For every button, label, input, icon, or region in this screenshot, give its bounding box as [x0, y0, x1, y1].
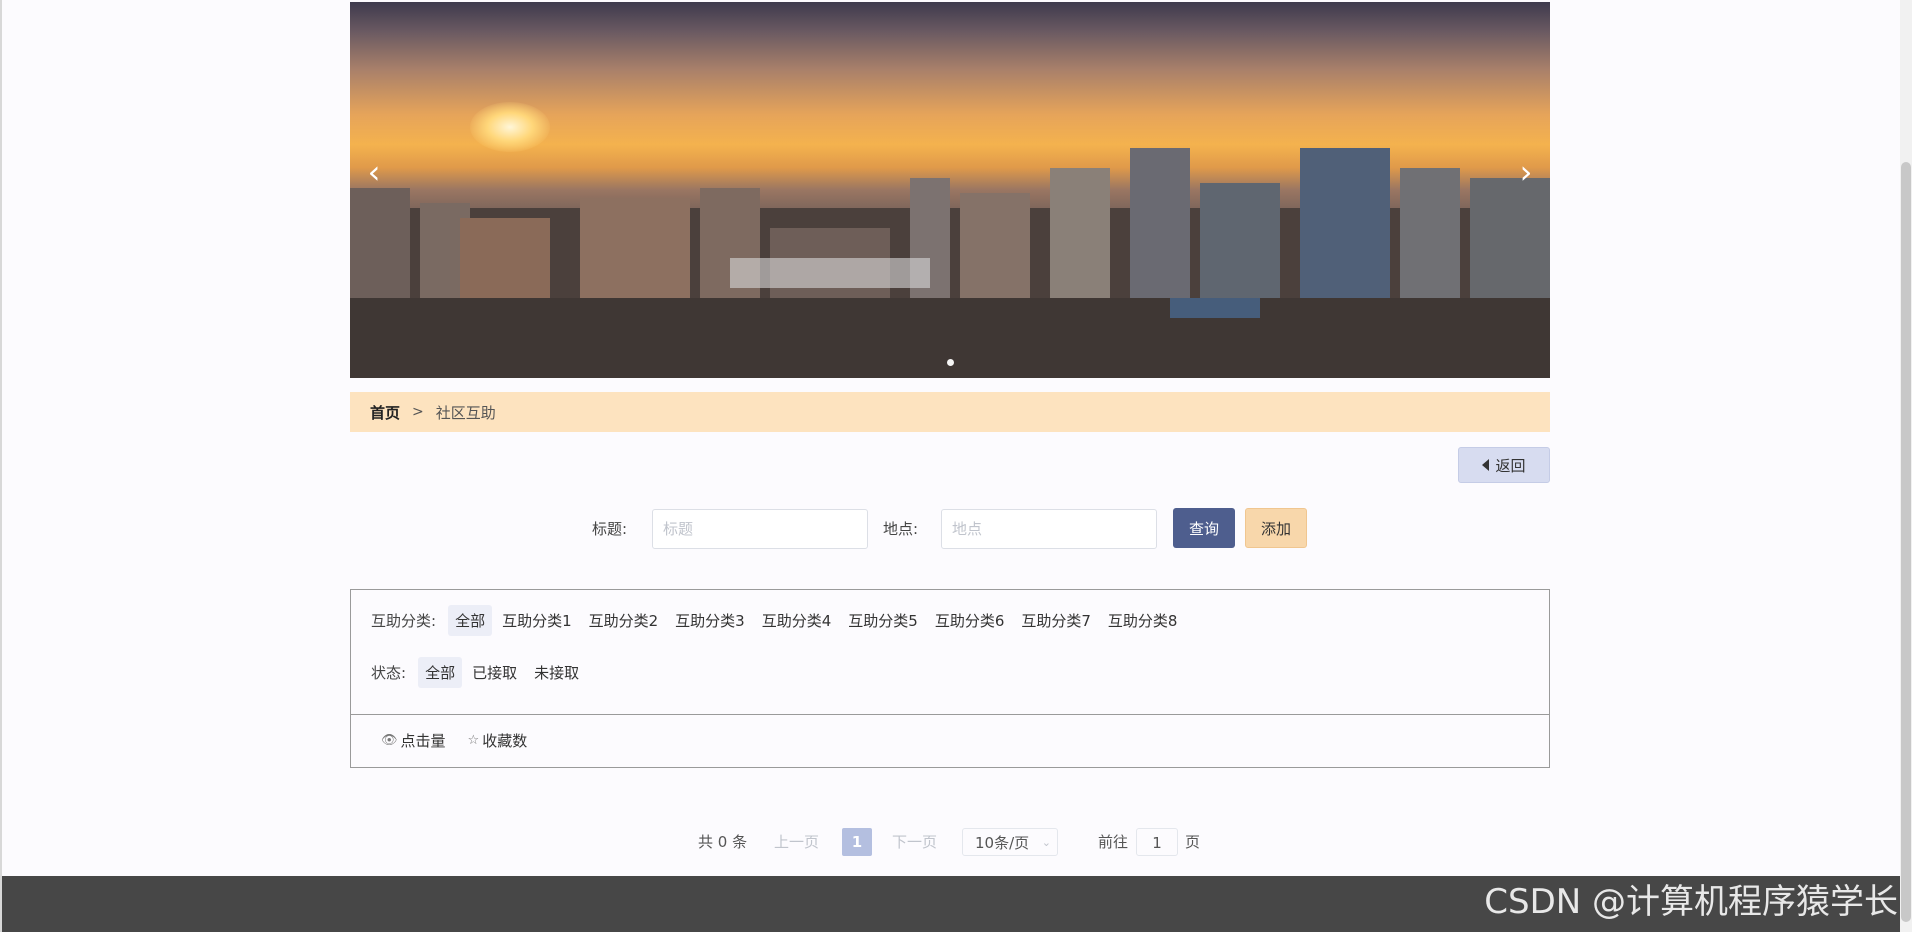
- pagination-current-page[interactable]: 1: [842, 828, 872, 856]
- status-option-untaken[interactable]: 未接取: [527, 657, 586, 688]
- category-option-5[interactable]: 互助分类5: [841, 605, 925, 636]
- breadcrumb-separator: >: [412, 404, 424, 420]
- chevron-down-icon: ⌄: [1041, 836, 1051, 849]
- search-form: 标题: 地点: 查询 添加: [0, 508, 1912, 549]
- add-button[interactable]: 添加: [1245, 508, 1307, 548]
- category-option-all[interactable]: 全部: [448, 605, 493, 636]
- filter-panel: 互助分类: 全部 互助分类1 互助分类2 互助分类3 互助分类4 互助分类5 互…: [350, 589, 1550, 715]
- status-option-taken[interactable]: 已接取: [465, 657, 524, 688]
- location-input[interactable]: [941, 509, 1157, 549]
- banner-carousel: ‹ ›: [350, 2, 1550, 378]
- status-filter-label: 状态:: [371, 664, 407, 682]
- category-option-1[interactable]: 互助分类1: [495, 605, 579, 636]
- status-option-all[interactable]: 全部: [418, 657, 463, 688]
- pagination-prev[interactable]: 上一页: [774, 828, 819, 856]
- category-option-8[interactable]: 互助分类8: [1101, 605, 1185, 636]
- page-size-select[interactable]: 10条/页 ⌄: [962, 828, 1058, 856]
- caret-left-icon: [1482, 459, 1490, 471]
- sort-by-clicks[interactable]: 👁 点击量: [381, 730, 446, 751]
- category-option-6[interactable]: 互助分类6: [928, 605, 1012, 636]
- category-option-3[interactable]: 互助分类3: [668, 605, 752, 636]
- sort-favorites-label: 收藏数: [482, 732, 528, 750]
- status-filter: 状态: 全部 已接取 未接取: [371, 657, 589, 688]
- carousel-prev-arrow[interactable]: ‹: [356, 154, 392, 190]
- scrollbar[interactable]: [1900, 0, 1912, 932]
- page-size-value: 10条/页: [975, 834, 1030, 852]
- watermark-text: CSDN @计算机程序猿学长: [1484, 882, 1898, 922]
- location-label: 地点:: [883, 520, 919, 538]
- carousel-next-arrow[interactable]: ›: [1508, 154, 1544, 190]
- breadcrumb-current: 社区互助: [435, 403, 496, 422]
- sort-by-favorites[interactable]: ☆ 收藏数: [468, 730, 528, 751]
- category-option-7[interactable]: 互助分类7: [1014, 605, 1098, 636]
- title-input[interactable]: [652, 509, 868, 549]
- back-button[interactable]: 返回: [1458, 447, 1550, 483]
- star-icon: ☆: [467, 733, 480, 748]
- pagination-next[interactable]: 下一页: [892, 828, 937, 856]
- banner-sun: [470, 102, 550, 152]
- category-option-4[interactable]: 互助分类4: [755, 605, 839, 636]
- category-filter-label: 互助分类:: [371, 612, 437, 630]
- goto-label: 前往: [1098, 833, 1129, 851]
- goto-unit: 页: [1185, 833, 1201, 851]
- title-label: 标题:: [592, 520, 628, 538]
- back-button-label: 返回: [1495, 456, 1526, 475]
- category-filter: 互助分类: 全部 互助分类1 互助分类2 互助分类3 互助分类4 互助分类5 互…: [371, 605, 1187, 636]
- banner-cityscape-image: [350, 148, 1550, 378]
- sort-clicks-label: 点击量: [400, 732, 446, 750]
- breadcrumb-home[interactable]: 首页: [370, 402, 400, 423]
- carousel-dot[interactable]: [946, 359, 954, 366]
- goto-page-input[interactable]: 1: [1136, 828, 1178, 856]
- breadcrumb: 首页 > 社区互助: [350, 392, 1550, 432]
- query-button[interactable]: 查询: [1173, 508, 1235, 548]
- sort-bar: 👁 点击量 ☆ 收藏数: [350, 714, 1550, 768]
- eye-icon: 👁: [381, 733, 398, 748]
- category-option-2[interactable]: 互助分类2: [582, 605, 666, 636]
- pagination: 共 0 条 上一页 1 下一页 10条/页 ⌄ 前往 1 页: [0, 828, 1912, 856]
- pagination-total: 共 0 条: [698, 833, 748, 851]
- carousel-indicators: [350, 351, 1550, 370]
